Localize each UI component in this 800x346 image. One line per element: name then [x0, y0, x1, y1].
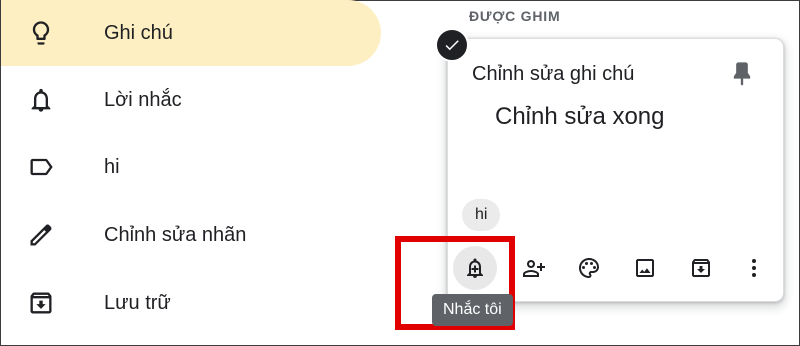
bell-icon [31, 88, 51, 112]
sidebar-item-label-hi[interactable]: hi [1, 134, 381, 200]
select-note-check[interactable] [435, 28, 469, 62]
label-tag-icon [30, 158, 53, 176]
sidebar-item-edit-labels[interactable]: Chỉnh sửa nhãn [1, 202, 381, 268]
sidebar-item-label: Lưu trữ [104, 291, 171, 314]
sidebar-item-label: Ghi chú [104, 21, 173, 44]
more-options-button[interactable] [735, 249, 773, 287]
collaborator-button[interactable] [515, 249, 553, 287]
sidebar-item-reminders[interactable]: Lời nhắc [1, 67, 381, 133]
archive-icon [30, 292, 52, 314]
remind-me-tooltip: Nhắc tôi [432, 294, 513, 326]
pinned-section-header: ĐƯỢC GHIM [469, 8, 561, 24]
add-image-button[interactable] [626, 249, 664, 287]
label-chip[interactable]: hi [462, 199, 501, 231]
note-body[interactable]: Chỉnh sửa xong [495, 103, 665, 131]
collaborator-icon [523, 260, 545, 277]
archive-icon [692, 259, 710, 277]
sidebar-item-archive[interactable]: Lưu trữ [1, 270, 381, 336]
sidebar-item-label: hi [104, 155, 120, 178]
sidebar-item-notes[interactable]: Ghi chú [1, 0, 381, 66]
lightbulb-icon [32, 21, 50, 45]
sidebar: Ghi chú Lời nhắc hi Chỉnh sửa nhãn Lưu t… [0, 0, 390, 346]
sidebar-item-label: Lời nhắc [104, 88, 182, 111]
pencil-icon [30, 224, 52, 246]
check-icon [445, 40, 459, 51]
palette-button[interactable] [570, 249, 608, 287]
image-icon [636, 259, 654, 277]
palette-icon [579, 258, 599, 278]
more-vert-icon [752, 259, 756, 277]
sidebar-item-label: Chỉnh sửa nhãn [104, 223, 247, 246]
archive-button[interactable] [682, 249, 720, 287]
pin-icon[interactable] [728, 59, 756, 89]
note-title[interactable]: Chỉnh sửa ghi chú [472, 63, 634, 86]
